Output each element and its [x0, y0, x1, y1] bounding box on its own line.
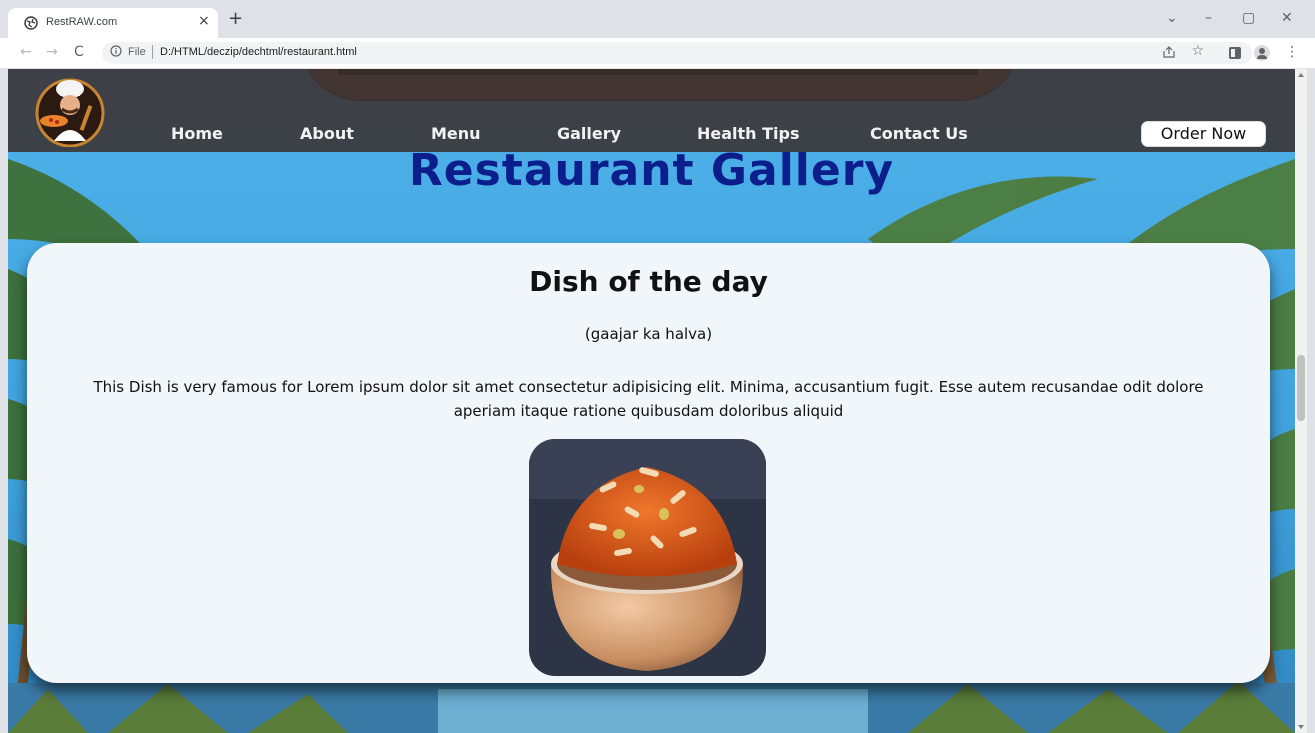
new-tab-button[interactable]: + [228, 10, 243, 28]
scroll-down-arrow-icon[interactable] [1298, 725, 1304, 729]
page-title: Restaurant Gallery [408, 145, 895, 196]
info-icon[interactable] [110, 45, 122, 57]
tab-title: RestRAW.com [46, 16, 118, 28]
nav-menu-link[interactable]: Menu [431, 124, 481, 143]
back-button[interactable]: ← [20, 44, 32, 60]
dish-of-the-day-card: Dish of the day (gaajar ka halva) This D… [27, 243, 1270, 683]
nav-gallery-link[interactable]: Gallery [557, 124, 621, 143]
order-now-button[interactable]: Order Now [1141, 121, 1266, 147]
gaajar-halva-image [529, 439, 766, 676]
scroll-up-arrow-icon[interactable] [1298, 73, 1304, 77]
globe-icon [24, 16, 38, 30]
profile-avatar-icon[interactable] [1254, 45, 1270, 61]
browser-window: RestRAW.com × + ⌄ – ▢ ✕ ← → C File D:/HT… [0, 0, 1315, 733]
url-text[interactable]: D:/HTML/deczip/dechtml/restaurant.html [160, 46, 357, 58]
close-window-button[interactable]: ✕ [1281, 10, 1293, 26]
page-viewport: Home About Menu Gallery Health Tips Cont… [8, 69, 1295, 733]
site-header: Home About Menu Gallery Health Tips Cont… [8, 69, 1295, 152]
nav-about-link[interactable]: About [300, 124, 354, 143]
tab-strip: RestRAW.com × + ⌄ – ▢ ✕ [0, 0, 1315, 38]
file-scheme-label: File [128, 46, 146, 58]
dish-name: (gaajar ka halva) [584, 325, 713, 343]
reload-button[interactable]: C [74, 44, 84, 60]
nav-home-link[interactable]: Home [171, 124, 223, 143]
browser-toolbar: ← → C File D:/HTML/deczip/dechtml/restau… [0, 38, 1315, 69]
bookmark-star-icon[interactable]: ☆ [1191, 43, 1204, 59]
tab-search-icon[interactable]: ⌄ [1166, 10, 1178, 26]
side-panel-icon[interactable] [1229, 47, 1241, 59]
card-title: Dish of the day [529, 265, 768, 298]
share-icon[interactable] [1162, 45, 1176, 59]
restore-button[interactable]: ▢ [1242, 10, 1255, 26]
nav-health-tips-link[interactable]: Health Tips [697, 124, 800, 143]
tab-restraw[interactable]: RestRAW.com × [8, 8, 218, 38]
browser-menu-icon[interactable]: ⋮ [1285, 44, 1299, 60]
url-divider [152, 45, 153, 59]
minimize-button[interactable]: – [1205, 10, 1212, 26]
forward-button[interactable]: → [46, 44, 58, 60]
close-tab-icon[interactable]: × [198, 13, 210, 29]
chef-logo-icon[interactable] [34, 75, 106, 147]
address-bar[interactable]: File D:/HTML/deczip/dechtml/restaurant.h… [102, 42, 1252, 64]
dish-description: This Dish is very famous for Lorem ipsum… [93, 378, 1204, 420]
vertical-scrollbar[interactable] [1295, 69, 1307, 733]
nav-contact-us-link[interactable]: Contact Us [870, 124, 968, 143]
scrollbar-thumb[interactable] [1297, 355, 1305, 421]
